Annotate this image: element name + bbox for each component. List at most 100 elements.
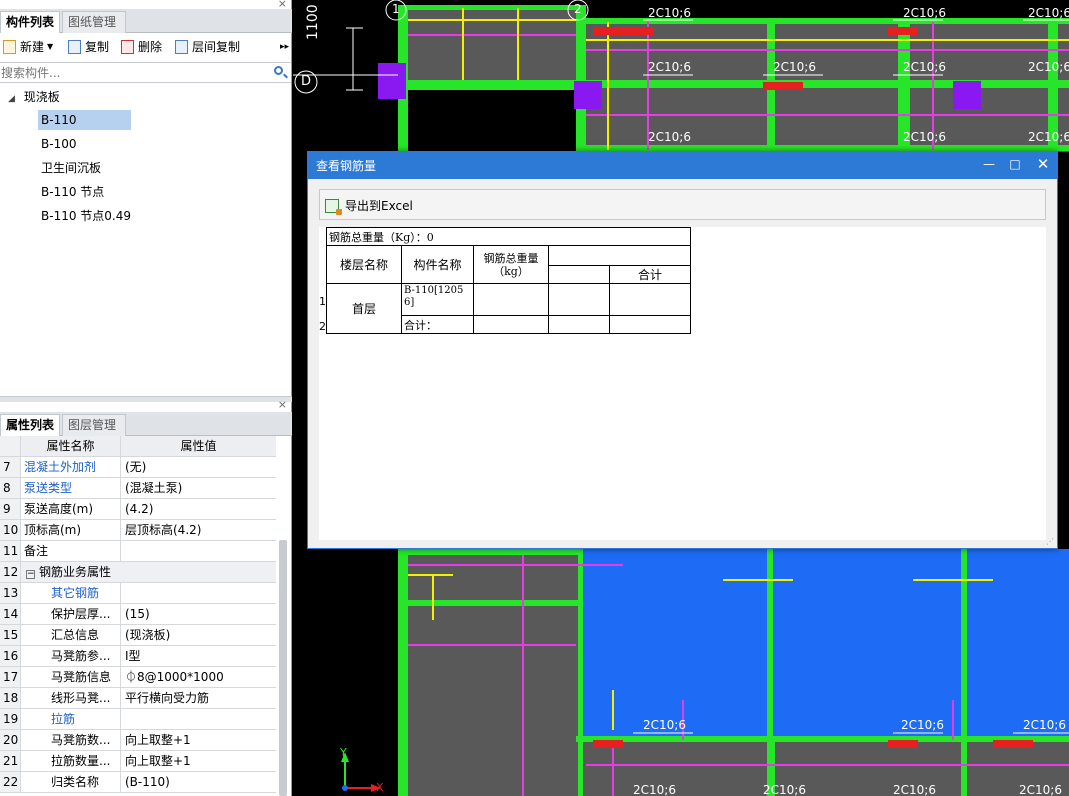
property-row[interactable]: 8 泵送类型 (混凝土泵) [0,478,276,499]
export-excel-button[interactable]: 导出到Excel [325,197,413,215]
ucs-axis-icon [341,752,381,792]
close-icon[interactable]: × [278,398,287,411]
rebar-label: 2C10;6 [763,783,806,796]
property-row[interactable]: 21 拉筋数量... 向上取整+1 [0,751,276,772]
delete-icon [121,40,134,54]
property-value[interactable]: 平行横向受力筋 [120,688,276,708]
property-name: 备注 [20,541,120,561]
property-value[interactable]: (现浇板) [120,625,276,645]
tree-item[interactable]: B-100 [38,134,131,154]
property-header-row: 属性名称 属性值 [0,436,276,457]
axis-y-label: Y [340,746,347,759]
property-row[interactable]: 16 马凳筋参... Ⅰ型 [0,646,276,667]
property-value[interactable]: 层顶标高(4.2) [120,520,276,540]
property-row[interactable]: 17 马凳筋信息 ⏀8@1000*1000 [0,667,276,688]
property-value[interactable]: (15) [120,604,276,624]
dialog-toolbar: 导出到Excel [319,189,1046,220]
property-row[interactable]: 13 其它钢筋 [0,583,276,604]
property-row[interactable]: 22 归类名称 (B-110) [0,772,276,793]
tree-item[interactable]: B-110 节点 [38,182,158,202]
property-value[interactable]: (4.2) [120,499,276,519]
more-icon[interactable]: ▸▸ [280,38,289,56]
value-cell [548,315,610,334]
property-row[interactable]: 18 线形马凳... 平行横向受力筋 [0,688,276,709]
tree-item[interactable]: B-110 节点0.49 [38,206,178,226]
property-value[interactable]: (无) [120,457,276,477]
rebar-quantity-dialog: 查看钢筋量 — □ ✕ 导出到Excel 1 2 钢筋总重量（Kg）：0 楼层名… [307,151,1058,549]
dialog-titlebar[interactable]: 查看钢筋量 — □ ✕ [308,152,1057,179]
panel-splitter[interactable] [0,396,292,402]
property-value[interactable]: 向上取整+1 [120,730,276,750]
rebar-label: 2C10;6 [643,718,686,732]
property-value[interactable] [120,583,276,603]
tab-drawing-manager[interactable]: 图纸管理 [62,11,126,33]
tab-component-list[interactable]: 构件列表 [0,11,60,33]
maximize-icon[interactable]: □ [1007,156,1023,172]
property-row[interactable]: 11 备注 [0,541,276,562]
tab-property-list[interactable]: 属性列表 [0,414,60,436]
property-row[interactable]: 9 泵送高度(m) (4.2) [0,499,276,520]
excel-export-icon [325,198,342,215]
value-cell [473,283,549,316]
property-row[interactable]: 14 保护层厚... (15) [0,604,276,625]
new-icon [3,40,16,54]
property-row[interactable]: 15 汇总信息 (现浇板) [0,625,276,646]
row-number: 7 [0,457,20,477]
rebar-label: 2C10;6 [648,6,691,20]
delete-button[interactable]: 删除 [121,38,162,56]
tree-node-label: 现浇板 [23,90,60,104]
property-value[interactable]: (混凝土泵) [120,478,276,498]
property-name: 马凳筋信息 [20,667,120,687]
search-icon[interactable] [274,66,283,75]
property-row[interactable]: 7 混凝土外加剂 (无) [0,457,276,478]
property-value[interactable]: ⏀8@1000*1000 [120,667,276,687]
row-number: 22 [0,772,20,792]
property-scrollbar[interactable] [279,540,287,796]
property-row[interactable]: 19 拉筋 [0,709,276,730]
close-icon[interactable]: ✕ [1035,156,1051,172]
row-number: 21 [0,751,20,771]
tree-node-slab[interactable]: ◢ 现浇板 [8,88,60,106]
row-number: 9 [0,499,20,519]
search-input[interactable] [0,64,270,82]
property-name: 归类名称 [20,772,120,792]
rebar-label: 2C10;6 [901,718,944,732]
group-label: 钢筋业务属性 [39,565,112,579]
tree-item[interactable]: B-110 [38,110,131,130]
rebar-label: 2C10;6 [903,6,946,20]
collapse-arrow-icon[interactable]: ◢ [8,90,15,108]
copy-icon [68,40,81,54]
grid-label-d: D [301,74,312,89]
tree-item[interactable]: 卫生间沉板 [38,158,158,178]
property-name: 泵送类型 [20,478,120,498]
property-row[interactable]: 20 马凳筋数... 向上取整+1 [0,730,276,751]
close-icon[interactable]: × [278,0,287,10]
property-name-header: 属性名称 [20,436,120,456]
minimize-icon[interactable]: — [981,156,997,172]
grid-label-2: 2 [574,2,582,16]
property-value[interactable] [120,709,276,729]
property-value[interactable]: (B-110) [120,772,276,792]
rebar-label: 2C10;6 [773,60,816,74]
resize-grip-icon[interactable]: ⋰ [1046,537,1054,546]
row-number: 19 [0,709,20,729]
rebar-label: 2C10;6 [1028,130,1069,144]
property-value[interactable]: 向上取整+1 [120,751,276,771]
header-blank [548,245,691,266]
floor-copy-label: 层间复制 [192,40,241,54]
collapse-minus-icon[interactable]: − [26,570,35,579]
tab-layer-manager[interactable]: 图层管理 [62,414,126,436]
rebar-label: 2C10;6 [633,783,676,796]
chevron-down-icon: ▼ [47,42,54,51]
property-value[interactable] [120,541,276,561]
property-row[interactable]: 10 顶标高(m) 层顶标高(4.2) [0,520,276,541]
property-value [176,562,276,582]
copy-label: 复制 [85,40,110,54]
property-group-row[interactable]: 12 − 钢筋业务属性 [0,562,276,583]
new-button[interactable]: 新建 ▼ [3,38,53,56]
property-value[interactable]: Ⅰ型 [120,646,276,666]
property-group-name[interactable]: − 钢筋业务属性 [20,562,176,582]
floor-copy-button[interactable]: 层间复制 [175,38,240,56]
rebar-label: 2C10;6 [648,130,691,144]
copy-button[interactable]: 复制 [68,38,109,56]
